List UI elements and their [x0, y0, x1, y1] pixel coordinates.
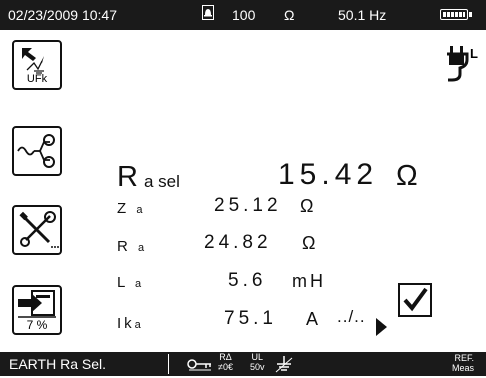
ra-value: 24.82: [204, 232, 272, 253]
plug-icon: [447, 46, 469, 82]
loop-button[interactable]: [12, 126, 62, 176]
plug-line-label: L: [470, 46, 478, 61]
checkmark-icon: [403, 287, 428, 312]
key-icon[interactable]: [186, 355, 214, 378]
tools-button[interactable]: [12, 205, 62, 255]
ref-bottom: Meas: [452, 363, 475, 373]
main-reading-label: R: [117, 161, 138, 193]
ika-value: 75.1: [224, 308, 277, 329]
ika-label: Ika: [117, 315, 144, 332]
ika-unit: A: [306, 309, 322, 329]
battery-icon: [440, 9, 472, 20]
bell-icon: [202, 5, 214, 20]
datetime: 02/23/2009 10:47: [8, 7, 117, 23]
main-reading-sub: a sel: [144, 172, 180, 191]
ul-50v-icon[interactable]: UL 50v: [250, 352, 265, 372]
main-reading-unit: Ω: [396, 160, 418, 192]
za-unit: Ω: [300, 196, 317, 216]
validate-checkbox[interactable]: [398, 283, 432, 317]
resistance-value: 100: [232, 7, 256, 23]
export-percent: 7 %: [26, 318, 48, 332]
ufk-button[interactable]: UFk: [12, 40, 62, 90]
la-unit: mH: [292, 271, 326, 291]
za-value: 25.12: [214, 195, 282, 216]
ra-label: R a: [117, 238, 148, 255]
status-bar: 02/23/2009 10:47 100 Ω 50.1 Hz: [0, 0, 486, 30]
next-page-arrow-icon[interactable]: [376, 318, 387, 336]
export-button[interactable]: 7 %: [12, 285, 62, 335]
ra-zero-top: RΔ: [219, 352, 232, 362]
ul-top: UL: [251, 352, 264, 362]
bottom-bar: EARTH Ra Sel. RΔ ≠0€ UL 50v REF. Meas: [0, 352, 486, 376]
tester-screen: 02/23/2009 10:47 100 Ω 50.1 Hz UFk 7 % L…: [0, 0, 486, 376]
more-indicator: ../..: [337, 307, 366, 326]
earth-icon[interactable]: [274, 355, 294, 378]
frequency: 50.1 Hz: [338, 7, 387, 23]
divider: [168, 354, 169, 374]
ufk-label: UFk: [26, 73, 48, 85]
la-value: 5.6: [228, 270, 267, 291]
ref-meas-button[interactable]: REF. Meas: [452, 353, 474, 373]
tools-icon: [19, 211, 59, 248]
za-label: Z a: [117, 200, 146, 217]
main-reading-value: 15.42: [278, 158, 379, 191]
ul-bottom: 50v: [250, 362, 265, 372]
ra-zero-bottom: ≠0€: [218, 362, 233, 372]
ref-top: REF.: [454, 353, 475, 363]
resistance-unit: Ω: [284, 7, 295, 23]
loop-probe-icon: [17, 134, 55, 168]
plug-indicator: L: [446, 44, 480, 86]
ra-unit: Ω: [302, 233, 319, 253]
la-label: L a: [117, 274, 145, 291]
ra-zero-icon[interactable]: RΔ ≠0€: [218, 352, 233, 372]
mode-label: EARTH Ra Sel.: [9, 356, 106, 372]
